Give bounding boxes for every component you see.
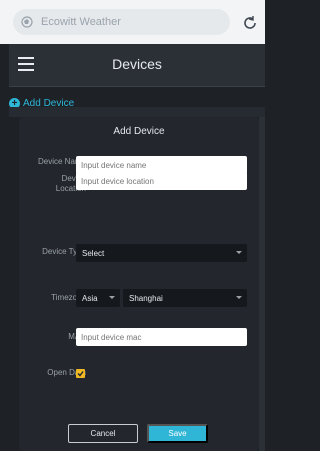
timezone-region-value: Asia [82,293,98,303]
address-field[interactable]: Ecowitt Weather [13,9,230,35]
device-type-select[interactable]: Select [76,244,247,262]
timezone-region-select[interactable]: Asia [76,289,120,307]
modal-title: Add Device [113,126,165,137]
site-name: Ecowitt Weather [41,16,121,28]
device-type-value: Select [82,248,105,258]
device-location-input[interactable] [76,172,247,190]
cancel-button[interactable]: Cancel [68,424,138,443]
content-band [9,107,265,117]
mac-input[interactable] [76,328,247,346]
browser-bar: Ecowitt Weather [0,0,265,44]
save-button[interactable]: Save [147,424,208,443]
check-icon [77,371,84,377]
add-device-modal: Add Device Device Name Device Location D… [19,117,259,451]
page-title: Devices [112,56,162,72]
app-header: Devices [9,44,265,86]
page-edge [259,117,265,451]
globe-icon [21,16,33,28]
timezone-city-value: Shanghai [129,293,163,303]
reload-icon[interactable] [241,14,259,32]
open-data-checkbox[interactable] [76,369,85,378]
timezone-city-select[interactable]: Shanghai [123,289,247,307]
caret-down-icon [109,296,115,299]
caret-down-icon [236,296,242,299]
caret-down-icon [236,251,242,254]
header-divider [9,86,265,87]
